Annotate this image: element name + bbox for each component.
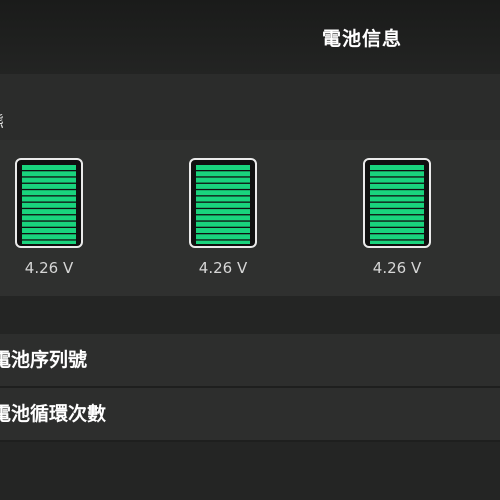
battery-cell-2-bars (196, 165, 250, 244)
battery-charge-bar (22, 171, 76, 177)
status-section-header (0, 74, 500, 140)
battery-serial-label: 電池序列號 (0, 349, 88, 371)
battery-charge-bar (370, 196, 424, 202)
battery-charge-bar (22, 190, 76, 196)
battery-charge-bar (196, 190, 250, 196)
battery-charge-bar (196, 228, 250, 233)
battery-charge-bar (370, 190, 424, 196)
battery-charge-bar (22, 234, 76, 240)
battery-charge-bar (370, 240, 424, 244)
battery-cell-2-voltage: 4.26 V (198, 259, 248, 277)
battery-charge-bar (370, 228, 424, 233)
battery-cell-1-bars (22, 165, 76, 244)
battery-charge-bar (22, 196, 76, 202)
section-gap (0, 296, 500, 334)
battery-charge-bar (22, 165, 76, 170)
bottom-area (0, 458, 500, 500)
battery-charge-bar (22, 221, 76, 227)
battery-charge-bar (22, 228, 76, 233)
battery-charge-bar (22, 202, 76, 208)
battery-charge-bar (196, 240, 250, 244)
battery-charge-bar (196, 234, 250, 240)
battery-charge-bar (22, 183, 76, 189)
status-section-label: 態 (0, 108, 4, 132)
battery-charge-bar (370, 202, 424, 208)
page-title: 電池信息 (322, 28, 403, 50)
battery-charge-bar (196, 183, 250, 189)
battery-charge-bar (196, 165, 250, 170)
battery-serial-row[interactable]: 電池序列號 (0, 334, 500, 386)
battery-charge-bar (370, 171, 424, 177)
battery-charge-bar (196, 196, 250, 202)
battery-charge-bar (196, 171, 250, 177)
battery-charge-bar (370, 165, 424, 170)
battery-cell-1-icon (15, 158, 83, 248)
battery-charge-bar (370, 183, 424, 189)
battery-charge-bar (196, 202, 250, 208)
battery-cell-3-icon (363, 158, 431, 248)
battery-charge-bar (196, 177, 250, 183)
battery-charge-bar (370, 221, 424, 227)
battery-charge-bar (370, 234, 424, 240)
battery-charge-bar (370, 209, 424, 215)
row-divider (0, 440, 500, 442)
battery-charge-bar (196, 209, 250, 215)
battery-charge-bar (22, 177, 76, 183)
battery-cycle-count-label: 電池循環次數 (0, 403, 107, 425)
battery-charge-bar (196, 215, 250, 221)
battery-charge-bar (370, 215, 424, 221)
battery-charge-bar (196, 221, 250, 227)
battery-charge-bar (370, 177, 424, 183)
battery-cycle-count-row[interactable]: 電池循環次數 (0, 388, 500, 440)
battery-cell-3-voltage: 4.26 V (372, 259, 422, 277)
battery-cell-2-icon (189, 158, 257, 248)
battery-charge-bar (22, 240, 76, 244)
battery-cell-3-bars (370, 165, 424, 244)
battery-charge-bar (22, 215, 76, 221)
battery-charge-bar (22, 209, 76, 215)
battery-cell-1-voltage: 4.26 V (24, 259, 74, 277)
top-header: 電池信息 (0, 0, 500, 74)
